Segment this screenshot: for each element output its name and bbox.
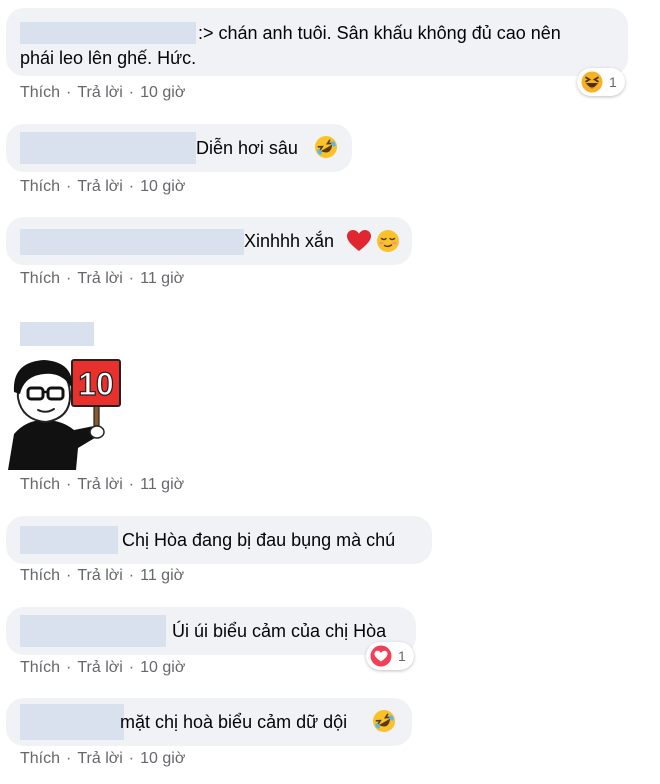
separator-dot: ·: [128, 476, 135, 493]
timestamp[interactable]: 10 giờ: [140, 750, 185, 767]
separator-dot: ·: [128, 659, 135, 676]
separator-dot: ·: [66, 567, 72, 584]
timestamp[interactable]: 10 giờ: [140, 84, 185, 101]
timestamp[interactable]: 10 giờ: [140, 659, 185, 676]
comment-actions: Thích · Trả lời · 10 giờ: [20, 84, 185, 102]
red-heart-icon: [346, 229, 372, 253]
relieved-face-icon: [376, 229, 400, 253]
like-link[interactable]: Thích: [20, 270, 60, 287]
comment-bubble: Chị Hòa đang bị đau bụng mà chú: [6, 516, 432, 564]
reply-link[interactable]: Trả lời: [77, 567, 122, 584]
reply-link[interactable]: Trả lời: [77, 750, 122, 767]
comment-actions: Thích · Trả lời · 10 giờ: [20, 178, 185, 196]
separator-dot: ·: [66, 750, 72, 767]
separator-dot: ·: [128, 270, 135, 287]
love-reaction-icon: [370, 645, 392, 667]
comment-text-line1: :> chán anh tuôi. Sân khấu không đủ cao …: [198, 23, 561, 43]
comment-actions: Thích · Trả lời · 11 giờ: [20, 476, 184, 494]
reply-link[interactable]: Trả lời: [77, 659, 122, 676]
like-link[interactable]: Thích: [20, 567, 60, 584]
comment-text: Úi úi biểu cảm của chị Hòa: [172, 621, 387, 641]
timestamp[interactable]: 11 giờ: [140, 567, 184, 584]
like-link[interactable]: Thích: [20, 178, 60, 195]
comment-bubble: :> chán anh tuôi. Sân khấu không đủ cao …: [6, 8, 628, 76]
timestamp[interactable]: 11 giờ: [140, 476, 184, 493]
comment-actions: Thích · Trả lời · 10 giờ: [20, 750, 185, 768]
reply-link[interactable]: Trả lời: [77, 476, 122, 493]
sticker-sign-text: 10: [78, 366, 114, 402]
like-link[interactable]: Thích: [20, 476, 60, 493]
sticker: 10: [4, 354, 126, 470]
timestamp[interactable]: 11 giờ: [140, 270, 184, 287]
commenter-name-blurred[interactable]: [20, 22, 196, 44]
separator-dot: ·: [128, 567, 135, 584]
timestamp[interactable]: 10 giờ: [140, 178, 185, 195]
separator-dot: ·: [128, 178, 135, 195]
reaction-badge[interactable]: 1: [577, 68, 625, 96]
comment-bubble: Úi úi biểu cảm của chị Hòa: [6, 607, 416, 655]
comment-text: Diễn hơi sâu: [196, 138, 298, 158]
separator-dot: ·: [128, 84, 135, 101]
commenter-name-blurred[interactable]: [20, 526, 118, 554]
comment-bubble: Xinhhh xắn: [6, 217, 412, 265]
comment-text: Xinhhh xắn: [244, 231, 335, 251]
like-link[interactable]: Thích: [20, 84, 60, 101]
haha-reaction-icon: [581, 71, 603, 93]
reply-link[interactable]: Trả lời: [77, 178, 122, 195]
reaction-badge[interactable]: 1: [366, 642, 414, 670]
rofl-emoji-icon: [314, 135, 338, 159]
like-link[interactable]: Thích: [20, 750, 60, 767]
separator-dot: ·: [66, 659, 72, 676]
rofl-emoji-icon: [372, 709, 396, 733]
reaction-count: 1: [398, 648, 406, 664]
comment-text: mặt chị hoà biểu cảm dữ dội: [120, 712, 348, 732]
reaction-count: 1: [609, 74, 617, 90]
comment-actions: Thích · Trả lời · 11 giờ: [20, 270, 184, 288]
reply-link[interactable]: Trả lời: [77, 84, 122, 101]
comment-bubble: Diễn hơi sâu: [6, 124, 352, 172]
commenter-name-blurred[interactable]: [20, 615, 166, 647]
like-link[interactable]: Thích: [20, 659, 60, 676]
comment-text: Chị Hòa đang bị đau bụng mà chú: [122, 530, 396, 550]
comment-actions: Thích · Trả lời · 11 giờ: [20, 567, 184, 585]
separator-dot: ·: [128, 750, 135, 767]
comment-text-line2: phái leo lên ghế. Hức.: [20, 48, 197, 68]
reply-link[interactable]: Trả lời: [77, 270, 122, 287]
separator-dot: ·: [66, 178, 72, 195]
commenter-name-blurred[interactable]: [20, 132, 196, 164]
separator-dot: ·: [66, 476, 72, 493]
cartoon-man-holding-10-sign-sticker: 10: [8, 359, 121, 470]
comment-bubble: mặt chị hoà biểu cảm dữ dội: [6, 698, 412, 746]
commenter-name-blurred[interactable]: [20, 704, 124, 740]
separator-dot: ·: [66, 84, 72, 101]
comment-actions: Thích · Trả lời · 10 giờ: [20, 659, 185, 677]
separator-dot: ·: [66, 270, 72, 287]
commenter-name-blurred[interactable]: [20, 229, 244, 255]
commenter-name-blurred[interactable]: [20, 322, 94, 346]
